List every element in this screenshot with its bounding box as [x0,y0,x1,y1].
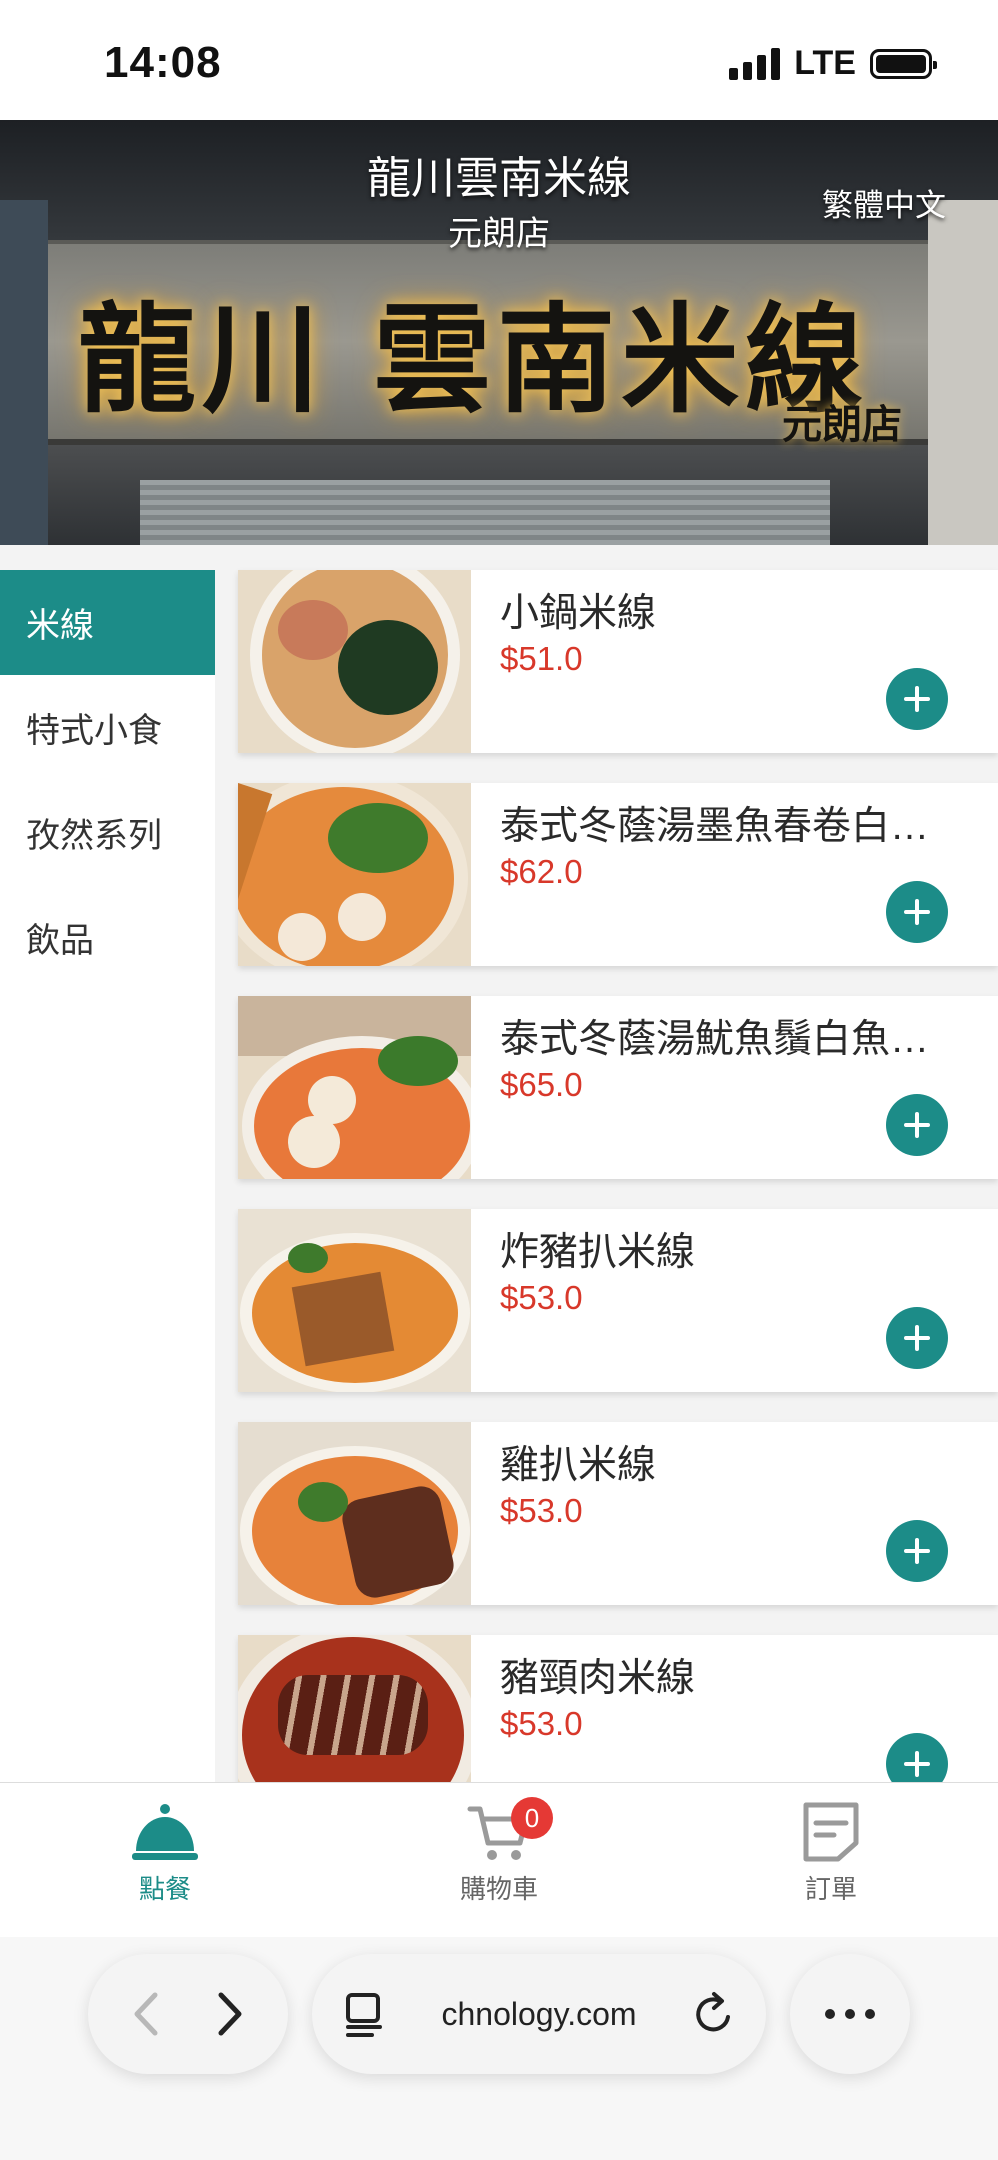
bottom-navigation: 點餐 0 購物車 訂單 [0,1782,998,1937]
product-card[interactable]: 小鍋米線 $51.0 [238,570,998,753]
product-name: 小鍋米線 [500,592,657,635]
product-name: 泰式冬蔭湯墨魚春卷白… [500,805,930,848]
category-sidebar: 米線 特式小食 孜然系列 飲品 [0,570,215,1782]
nav-order-label: 點餐 [138,1874,191,1904]
category-cumin-series[interactable]: 孜然系列 [0,780,215,885]
order-list-icon [803,1802,859,1862]
product-price: $53.0 [500,1492,583,1529]
product-image [238,996,471,1179]
reader-icon[interactable] [342,1989,386,2039]
add-to-cart-button[interactable] [886,668,948,730]
nav-orders-label: 訂單 [804,1874,857,1904]
product-card[interactable]: 雞扒米線 $53.0 [238,1422,998,1605]
cart-count-badge: 0 [511,1797,553,1839]
storefront-sign-image: 龍川 雲南米線 元朗店 [48,240,928,448]
plus-icon [904,686,930,712]
forward-icon[interactable] [209,1989,249,2039]
product-image [238,783,471,966]
more-icon [825,2009,875,2019]
add-to-cart-button[interactable] [886,1520,948,1582]
sign-branch: 元朗店 [782,401,902,448]
nav-cart[interactable]: 0 購物車 [399,1797,599,1906]
product-card[interactable]: 豬頸肉米線 $53.0 [238,1635,998,1782]
product-image [238,1635,471,1782]
category-special-snacks[interactable]: 特式小食 [0,675,215,780]
back-icon[interactable] [127,1989,167,2039]
status-bar: 14:08 LTE [0,0,998,120]
more-options-button[interactable] [790,1954,910,2074]
plus-icon [904,1325,930,1351]
store-banner: 龍川 雲南米線 元朗店 龍川雲南米線 元朗店 繁體中文 [0,120,998,545]
signal-icon [729,47,781,80]
product-image [238,570,471,753]
menu-area: 米線 特式小食 孜然系列 飲品 小鍋米線 $51.0 泰式冬蔭湯墨魚春卷白… $… [0,545,998,1782]
nav-cart-label: 購物車 [459,1874,538,1904]
plus-icon [904,1538,930,1564]
product-price: $62.0 [500,853,583,890]
product-card[interactable]: 炸豬扒米線 $53.0 [238,1209,998,1392]
browser-nav-group [88,1954,288,2074]
language-toggle[interactable]: 繁體中文 [822,180,946,225]
network-label: LTE [794,44,856,82]
browser-toolbar: chnology.com [0,1937,998,2160]
product-name: 泰式冬蔭湯魷魚鬚白魚… [500,1018,930,1061]
url-text: chnology.com [441,1995,637,2032]
add-to-cart-button[interactable] [886,1307,948,1369]
product-card[interactable]: 泰式冬蔭湯墨魚春卷白… $62.0 [238,783,998,966]
plus-icon [904,1112,930,1138]
product-price: $65.0 [500,1066,583,1103]
product-price: $53.0 [500,1705,583,1742]
sign-text: 龍川 雲南米線 [78,290,870,429]
plus-icon [904,899,930,925]
reload-icon[interactable] [692,1989,736,2039]
product-image [238,1422,471,1605]
battery-icon [870,48,937,79]
product-name: 炸豬扒米線 [500,1231,696,1274]
add-to-cart-button[interactable] [886,881,948,943]
add-to-cart-button[interactable] [886,1094,948,1156]
cloche-icon [132,1804,198,1860]
product-price: $53.0 [500,1279,583,1316]
status-indicators: LTE [729,44,937,83]
nav-order[interactable]: 點餐 [65,1801,265,1906]
product-name: 雞扒米線 [500,1444,657,1487]
nav-orders[interactable]: 訂單 [731,1801,931,1906]
product-price: $51.0 [500,640,583,677]
category-rice-noodles[interactable]: 米線 [0,570,215,675]
product-name: 豬頸肉米線 [500,1657,696,1700]
address-bar[interactable]: chnology.com [312,1954,766,2074]
status-time: 14:08 [104,38,222,87]
plus-icon [904,1751,930,1777]
product-list: 小鍋米線 $51.0 泰式冬蔭湯墨魚春卷白… $62.0 泰式冬蔭湯魷魚鬚白魚…… [238,570,998,1782]
add-to-cart-button[interactable] [886,1733,948,1782]
category-drinks[interactable]: 飲品 [0,885,215,990]
product-card[interactable]: 泰式冬蔭湯魷魚鬚白魚… $65.0 [238,996,998,1179]
product-image [238,1209,471,1392]
